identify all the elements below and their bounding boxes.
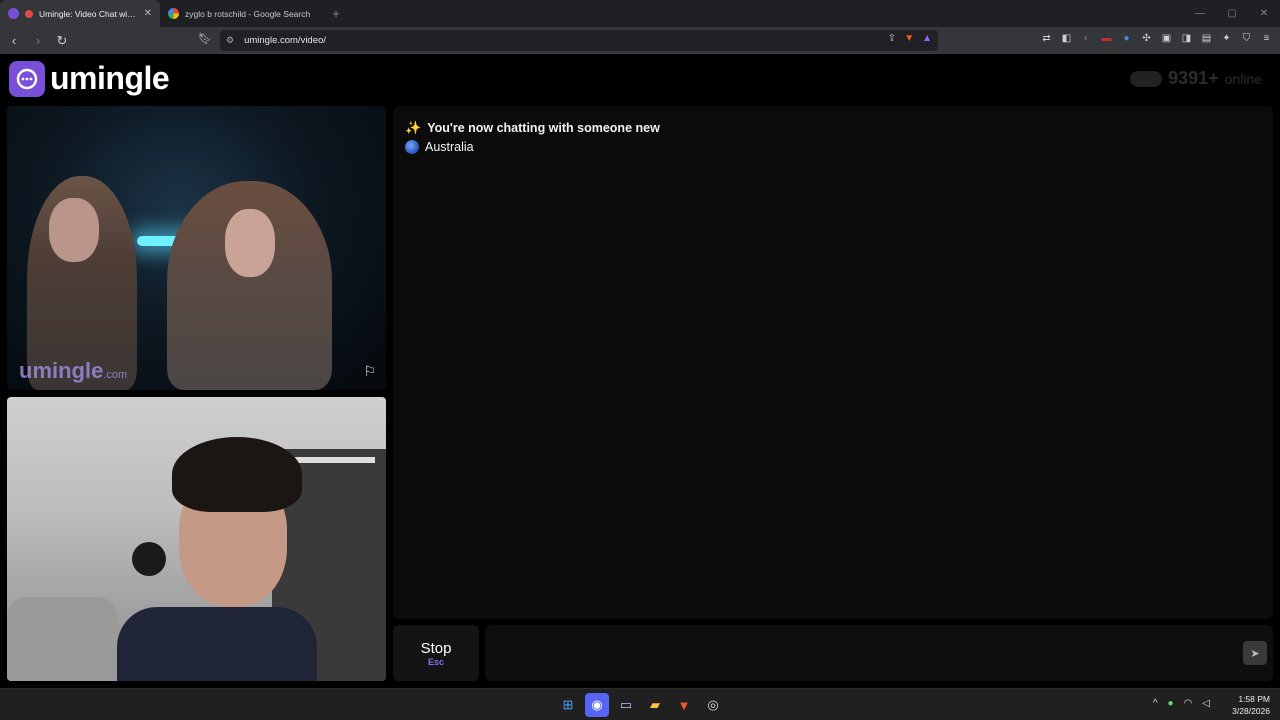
tab-umingle[interactable]: Umingle: Video Chat with Str ✕ xyxy=(0,0,160,27)
recording-indicator-icon xyxy=(25,9,33,18)
logo-text: umingle xyxy=(50,60,170,96)
microphone-icon[interactable]: ● xyxy=(1168,698,1174,709)
chat-bubble-icon xyxy=(9,60,45,97)
extension-icon[interactable]: ▣ xyxy=(1161,33,1172,44)
windows-taskbar: ⊞ ◉ ▭ ▰ ▼ ◎ ^ ● ◠ ◁ 1:58 PM 3/28/2026 xyxy=(0,688,1280,720)
extension-icon[interactable]: ◐ xyxy=(1081,33,1092,44)
url-text: umingle.com/video/ xyxy=(244,35,326,46)
watermark-main: umingle xyxy=(19,358,104,383)
message-box: ➤ xyxy=(485,625,1273,681)
page: umingle 9391+ online umingle.com ⚐ ✨ You… xyxy=(0,54,1280,688)
report-flag-icon[interactable]: ⚐ xyxy=(363,363,376,380)
extension-translate-icon[interactable]: ⇄ xyxy=(1041,33,1052,44)
wallet-icon[interactable]: ▤ xyxy=(1201,33,1212,44)
address-bar[interactable]: ⚙︎ umingle.com/video/ ⇪ ▼ ▲ xyxy=(220,30,938,51)
remote-video: umingle.com ⚐ xyxy=(7,106,386,390)
forward-icon[interactable]: › xyxy=(28,33,48,48)
system-tray: ^ ● ◠ ◁ xyxy=(1153,698,1210,709)
stop-button[interactable]: Stop Esc xyxy=(393,625,479,681)
tab-title: zyglo b rotschild - Google Search xyxy=(185,8,311,19)
extensions-puzzle-icon[interactable]: ✣ xyxy=(1141,33,1152,44)
system-message: ✨ You're now chatting with someone new xyxy=(405,120,1261,136)
menu-icon[interactable]: ≡ xyxy=(1261,33,1272,44)
online-label: online xyxy=(1224,70,1262,87)
online-count: 9391+ xyxy=(1168,68,1219,88)
local-video xyxy=(7,397,386,681)
extension-icon[interactable]: ● xyxy=(1121,33,1132,44)
sidebar-toggle-icon[interactable]: ◨ xyxy=(1181,33,1192,44)
theme-toggle[interactable] xyxy=(1130,70,1163,87)
tab-title: Umingle: Video Chat with Str xyxy=(39,8,138,19)
extension-icon[interactable]: ◧ xyxy=(1061,33,1072,44)
stranger-person xyxy=(167,181,332,390)
google-favicon-icon xyxy=(168,8,179,19)
site-info-icon[interactable]: ⚙︎ xyxy=(226,35,234,46)
leo-ai-icon[interactable]: ✦ xyxy=(1221,33,1232,44)
video-watermark: umingle.com xyxy=(19,358,127,384)
online-indicator: 9391+ online xyxy=(1130,68,1262,89)
country-line: Australia xyxy=(405,140,1261,154)
clock[interactable]: 1:58 PM 3/28/2026 xyxy=(1232,693,1270,717)
brave-rewards-icon[interactable]: ▲ xyxy=(922,33,932,44)
pillow xyxy=(7,597,117,681)
window-controls: — ▢ ✕ xyxy=(1184,0,1280,27)
reload-icon[interactable]: ↻ xyxy=(52,33,72,49)
extensions-toolbar: ⇄ ◧ ◐ ▬ ● ✣ ▣ ◨ ▤ ✦ ⛉ ≡ xyxy=(1041,33,1272,44)
windows-start-icon[interactable]: ⊞ xyxy=(556,693,580,717)
tab-google[interactable]: zyglo b rotschild - Google Search xyxy=(160,0,320,27)
bookmark-icon[interactable]: 🔖︎ xyxy=(198,32,212,45)
message-input[interactable] xyxy=(485,625,1225,681)
clock-time: 1:58 PM xyxy=(1238,694,1270,704)
globe-icon xyxy=(405,140,419,154)
minimize-icon[interactable]: — xyxy=(1184,0,1216,27)
discord-icon[interactable]: ◉ xyxy=(585,693,609,717)
stop-label: Stop xyxy=(420,639,452,657)
vpn-icon[interactable]: ⛉ xyxy=(1241,33,1252,44)
volume-icon[interactable]: ◁ xyxy=(1202,698,1210,709)
umingle-favicon-icon xyxy=(8,8,19,19)
brave-shields-icon[interactable]: ▼ xyxy=(904,33,914,44)
browser-navbar: ‹ › ↻ 🔖︎ ⚙︎ umingle.com/video/ ⇪ ▼ ▲ ⇄ ◧… xyxy=(0,27,1280,54)
window-close-icon[interactable]: ✕ xyxy=(1248,0,1280,27)
tab-close-icon[interactable]: ✕ xyxy=(144,8,152,19)
self-person xyxy=(117,437,317,681)
site-logo[interactable]: umingle xyxy=(9,60,170,97)
back-icon[interactable]: ‹ xyxy=(4,33,24,48)
system-message-text: You're now chatting with someone new xyxy=(427,121,660,135)
new-tab-icon[interactable]: + xyxy=(326,6,346,21)
wifi-icon[interactable]: ◠ xyxy=(1184,698,1193,709)
share-icon[interactable]: ⇪ xyxy=(888,33,896,44)
sparkles-icon: ✨ xyxy=(405,120,422,135)
browser-tabbar: Umingle: Video Chat with Str ✕ zyglo b r… xyxy=(0,0,1280,27)
file-explorer-icon[interactable]: ▰ xyxy=(643,693,667,717)
app-icon[interactable]: ▭ xyxy=(614,693,638,717)
country-text: Australia xyxy=(425,140,474,154)
brave-browser-icon[interactable]: ▼ xyxy=(672,693,696,717)
watermark-suffix: .com xyxy=(103,369,128,381)
maximize-icon[interactable]: ▢ xyxy=(1216,0,1248,27)
extension-icon[interactable]: ▬ xyxy=(1101,33,1112,44)
chat-log: ✨ You're now chatting with someone new A… xyxy=(393,106,1273,619)
tray-expand-icon[interactable]: ^ xyxy=(1153,698,1158,709)
clock-date: 3/28/2026 xyxy=(1232,706,1270,716)
app-icon[interactable]: ◎ xyxy=(701,693,725,717)
stop-shortcut: Esc xyxy=(427,656,444,667)
send-icon[interactable]: ➤ xyxy=(1243,641,1267,665)
